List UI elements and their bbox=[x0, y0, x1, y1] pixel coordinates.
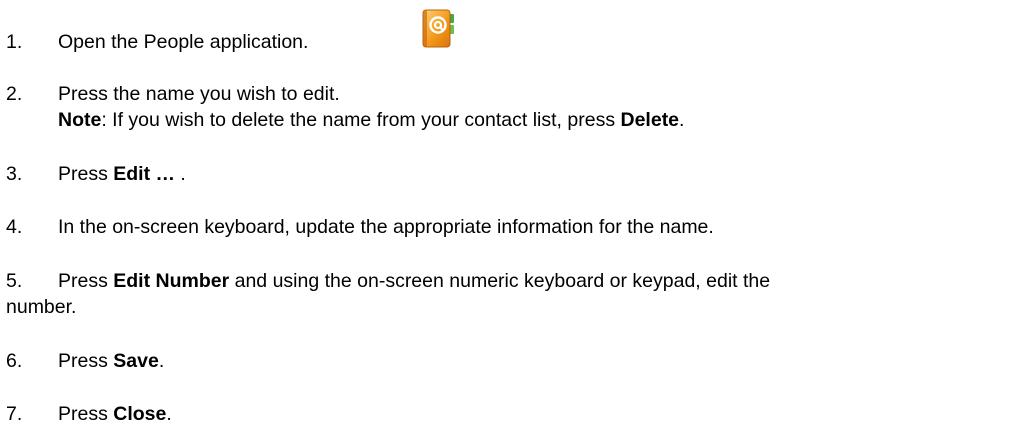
step-text: Press Save. bbox=[58, 349, 164, 374]
step-post: and using the on-screen numeric keyboard… bbox=[229, 270, 771, 292]
step-number: 6. bbox=[6, 350, 23, 372]
step-text: Press the name you wish to edit. bbox=[58, 83, 340, 105]
note-bold: Delete bbox=[620, 109, 680, 131]
step-bold: Close bbox=[113, 403, 167, 425]
step-post: . bbox=[175, 163, 186, 185]
step-number: 7. bbox=[6, 403, 23, 425]
note-end: . bbox=[679, 109, 685, 131]
step-bold: Edit Number bbox=[113, 270, 230, 292]
step-pre: Press bbox=[58, 163, 114, 185]
step-note: Note: If you wish to delete the name fro… bbox=[58, 108, 684, 133]
step-bold: Save bbox=[113, 350, 159, 372]
step-number: 5. bbox=[6, 270, 23, 292]
step-continuation: number. bbox=[6, 296, 77, 318]
step-bold: Edit … bbox=[113, 163, 176, 185]
step-number: 1. bbox=[6, 31, 23, 53]
instruction-list: 1. Open the People application. 2. Press… bbox=[0, 0, 1036, 434]
step-number: 3. bbox=[6, 163, 23, 185]
step-number: 2. bbox=[6, 83, 23, 105]
step-text: Open the People application. bbox=[58, 31, 309, 53]
people-app-icon bbox=[422, 9, 454, 48]
step-post: . bbox=[166, 403, 172, 425]
note-label: Note bbox=[58, 109, 102, 131]
step-text: Press Edit … . bbox=[58, 162, 186, 187]
step-pre: Press bbox=[58, 270, 114, 292]
note-text: : If you wish to delete the name from yo… bbox=[101, 109, 621, 131]
step-text: Press Edit Number and using the on-scree… bbox=[58, 269, 770, 294]
step-text: Press Close. bbox=[58, 402, 172, 427]
step-post: . bbox=[158, 350, 165, 372]
step-pre: Press bbox=[58, 350, 114, 372]
step-number: 4. bbox=[6, 216, 23, 238]
step-text: In the on-screen keyboard, update the ap… bbox=[58, 216, 714, 238]
step-pre: Press bbox=[58, 403, 114, 425]
